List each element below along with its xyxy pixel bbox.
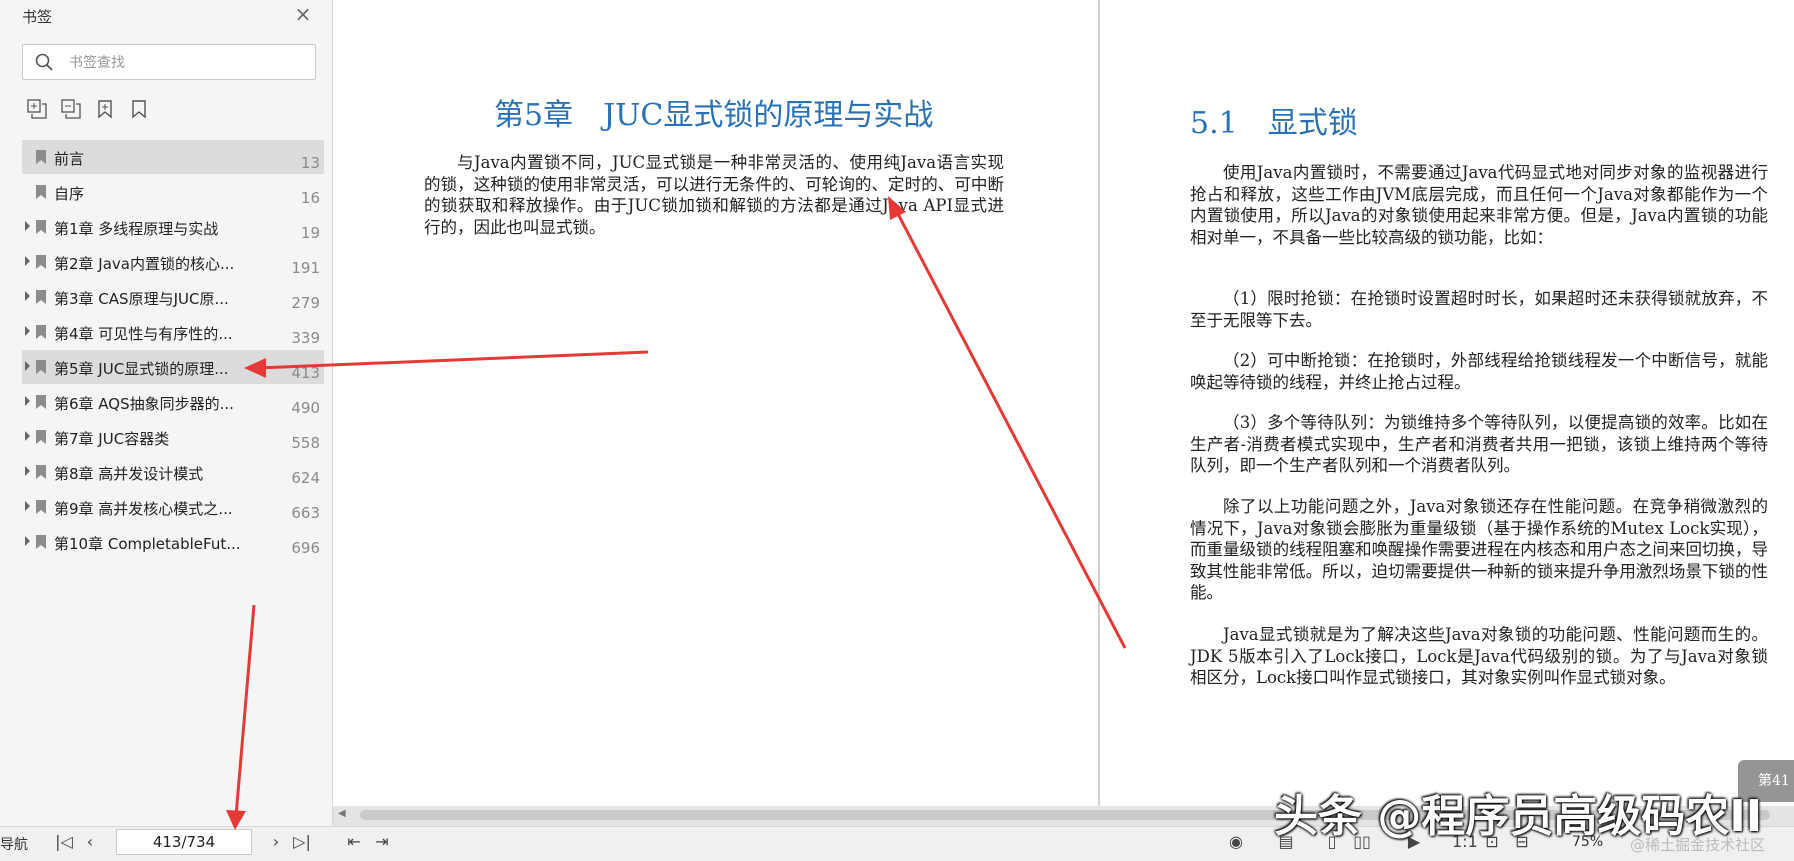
bookmark-label: 第2章 Java内置锁的核心... (54, 255, 235, 273)
bookmark-item[interactable]: 前言 13 (22, 140, 324, 174)
section-title: 5.1 显式锁 (1190, 106, 1358, 141)
expand-arrow-icon[interactable] (24, 290, 32, 302)
bookmark-page: 339 (291, 329, 320, 347)
bookmark-page: 558 (291, 434, 320, 452)
bookmark-flag-icon (36, 535, 46, 549)
scroll-left-icon[interactable]: ◀ (338, 808, 346, 819)
search-icon (35, 53, 53, 71)
bookmark-flag-icon (36, 465, 46, 479)
expand-arrow-icon[interactable] (24, 465, 32, 477)
back-icon[interactable]: ⇤ (344, 832, 364, 852)
bookmark-flag-icon (36, 395, 46, 409)
bookmark-flag-icon (36, 185, 46, 199)
bookmark-page: 19 (300, 224, 320, 242)
bookmark-page: 13 (300, 154, 320, 172)
bookmark-search-box[interactable] (22, 44, 316, 80)
expand-arrow-icon[interactable] (24, 535, 32, 547)
expand-arrow-icon[interactable] (24, 220, 32, 232)
bookmark-label: 前言 (54, 150, 85, 168)
bookmark-flag-icon (36, 500, 46, 514)
chapter-intro-paragraph: 与Java内置锁不同，JUC显式锁是一种非常灵活的、使用纯Java语言实现的锁，… (424, 153, 1004, 237)
search-input[interactable] (67, 52, 301, 74)
expand-all-icon[interactable] (26, 98, 48, 120)
bookmark-label: 第6章 AQS抽象同步器的... (54, 395, 234, 413)
bookmark-page: 413 (291, 364, 320, 382)
bookmark-page: 279 (291, 294, 320, 312)
bookmark-flag-icon (36, 220, 46, 234)
bookmark-item[interactable]: 第2章 Java内置锁的核心... 191 (22, 245, 324, 279)
bookmark-item[interactable]: 第4章 可见性与有序性的... 339 (22, 315, 324, 349)
page-number-input[interactable] (116, 829, 252, 855)
body-paragraph: Java显式锁就是为了解决这些Java对象锁的功能问题、性能问题而生的。JDK … (1190, 625, 1768, 687)
body-paragraph: （2）可中断抢锁：在抢锁时，外部线程给抢锁线程发一个中断信号，就能唤起等待锁的线… (1190, 351, 1768, 392)
chapter-title: 第5章 JUC显式锁的原理与实战 (494, 98, 934, 133)
bookmark-item[interactable]: 第6章 AQS抽象同步器的... 490 (22, 385, 324, 419)
collapse-all-icon[interactable] (60, 98, 82, 120)
bookmark-page: 490 (291, 399, 320, 417)
bookmark-label: 第5章 JUC显式锁的原理... (54, 360, 229, 378)
bookmark-label: 第3章 CAS原理与JUC原... (54, 290, 229, 308)
read-mode-icon[interactable]: ◉ (1226, 832, 1246, 852)
bookmark-flag-icon (36, 290, 46, 304)
bookmark-panel: 书签 × 前言 13 自序 16 第1章 多线程原理与实战 19 第 (0, 0, 333, 826)
bookmark-page: 16 (300, 189, 320, 207)
prev-page-icon[interactable]: ‹ (80, 832, 100, 852)
bookmark-label: 自序 (54, 185, 85, 203)
bookmark-item[interactable]: 第1章 多线程原理与实战 19 (22, 210, 324, 244)
bookmark-page: 663 (291, 504, 320, 522)
bookmark-label: 第4章 可见性与有序性的... (54, 325, 233, 343)
bookmark-icon[interactable] (128, 98, 150, 120)
body-paragraph: （1）限时抢锁：在抢锁时设置超时时长，如果超时还未获得锁就放弃，不至于无限等下去… (1190, 289, 1768, 330)
next-page-icon[interactable]: › (266, 832, 286, 852)
bookmark-page: 191 (291, 259, 320, 277)
bookmark-label: 第1章 多线程原理与实战 (54, 220, 219, 238)
body-paragraph: 使用Java内置锁时，不需要通过Java代码显式地对同步对象的监视器进行抢占和释… (1190, 163, 1768, 247)
bookmark-label: 第10章 CompletableFut... (54, 535, 241, 553)
first-page-icon[interactable]: |◁ (54, 832, 74, 852)
bookmark-item-selected[interactable]: 第5章 JUC显式锁的原理... 413 (22, 350, 324, 384)
bookmark-flag-icon (36, 430, 46, 444)
bookmark-item[interactable]: 第7章 JUC容器类 558 (22, 420, 324, 454)
bookmark-item[interactable]: 第3章 CAS原理与JUC原... 279 (22, 280, 324, 314)
add-bookmark-icon[interactable] (94, 98, 116, 120)
bookmark-label: 第9章 高并发核心模式之... (54, 500, 233, 518)
bookmark-item[interactable]: 第10章 CompletableFut... 696 (22, 525, 324, 559)
forward-icon[interactable]: ⇥ (372, 832, 392, 852)
panel-title: 书签 (22, 8, 53, 26)
bookmark-flag-icon (36, 255, 46, 269)
bookmark-page: 696 (291, 539, 320, 557)
last-page-icon[interactable]: ▷| (292, 832, 312, 852)
bookmark-flag-icon (36, 360, 46, 374)
close-icon[interactable]: × (293, 4, 313, 24)
bookmark-label: 第8章 高并发设计模式 (54, 465, 204, 483)
expand-arrow-icon[interactable] (24, 395, 32, 407)
bookmark-page: 624 (291, 469, 320, 487)
bookmark-label: 第7章 JUC容器类 (54, 430, 170, 448)
body-paragraph: 除了以上功能问题之外，Java对象锁还存在性能问题。在竞争稍微激烈的情况下，Ja… (1190, 497, 1768, 602)
expand-arrow-icon[interactable] (24, 325, 32, 337)
expand-arrow-icon[interactable] (24, 430, 32, 442)
watermark-subtitle: @稀土掘金技术社区 (1630, 836, 1766, 854)
expand-arrow-icon[interactable] (24, 255, 32, 267)
expand-arrow-icon[interactable] (24, 360, 32, 372)
bookmark-item[interactable]: 自序 16 (22, 175, 324, 209)
navigation-label[interactable]: 导航 (0, 834, 28, 854)
bookmark-item[interactable]: 第9章 高并发核心模式之... 663 (22, 490, 324, 524)
bookmark-flag-icon (36, 325, 46, 339)
bookmark-item[interactable]: 第8章 高并发设计模式 624 (22, 455, 324, 489)
bookmark-flag-icon (36, 150, 46, 164)
expand-arrow-icon[interactable] (24, 500, 32, 512)
body-paragraph: （3）多个等待队列：为锁维持多个等待队列，以便提高锁的效率。比如在生产者-消费者… (1190, 413, 1768, 475)
